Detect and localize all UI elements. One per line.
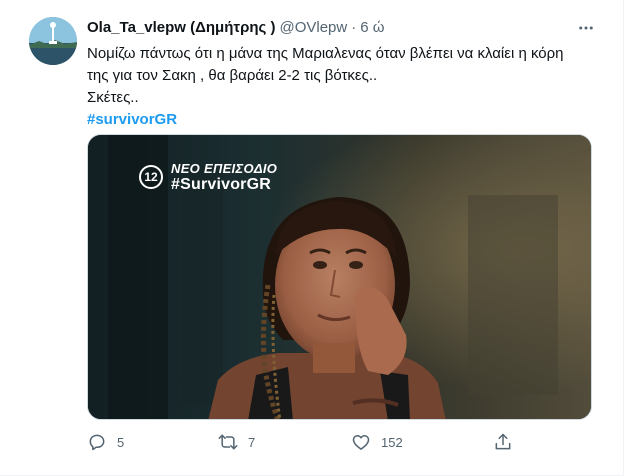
media-overlay-badge: 12 ΝΕΟ ΕΠΕΙΣΟΔΙΟ #SurvivorGR bbox=[139, 161, 277, 193]
tweet-text-line-1: Νομίζω πάντως ότι η μάνα της Μαριαλενας … bbox=[87, 45, 564, 62]
tweet-header: Ola_Ta_vlepw (Δημήτρης ) @OVlepw · 6 ώ bbox=[87, 17, 384, 39]
tweet-media[interactable]: 12 ΝΕΟ ΕΠΕΙΣΟΔΙΟ #SurvivorGR bbox=[87, 134, 592, 420]
more-icon bbox=[579, 26, 593, 30]
tweet-actions: 5 7 152 bbox=[87, 428, 592, 456]
separator-dot: · bbox=[351, 19, 357, 36]
share-icon bbox=[495, 433, 511, 450]
overlay-hashtag: #SurvivorGR bbox=[171, 176, 272, 193]
display-name[interactable]: Ola_Ta_vlepw (Δημήτρης ) bbox=[87, 18, 275, 38]
retweet-icon bbox=[218, 434, 238, 450]
avatar[interactable] bbox=[29, 17, 77, 65]
tweet-timestamp[interactable]: 6 ώ bbox=[360, 18, 384, 38]
retweet-button[interactable]: 7 bbox=[218, 428, 255, 456]
tweet-card[interactable]: Ola_Ta_vlepw (Δημήτρης ) @OVlepw · 6 ώ Ν… bbox=[0, 0, 624, 476]
reply-count: 5 bbox=[117, 434, 125, 450]
reply-button[interactable]: 5 bbox=[87, 428, 124, 456]
reply-icon bbox=[89, 434, 105, 451]
more-button[interactable] bbox=[572, 14, 600, 42]
channel-logo: 12 bbox=[139, 165, 163, 189]
tweet-text-line-2: της για τον Σακη , θα βαράει 2-2 τις βότ… bbox=[87, 67, 378, 84]
retweet-count: 7 bbox=[248, 434, 256, 450]
share-button[interactable] bbox=[493, 428, 513, 456]
like-button[interactable]: 152 bbox=[351, 428, 403, 456]
overlay-title: ΝΕΟ ΕΠΕΙΣΟΔΙΟ bbox=[171, 161, 278, 176]
hashtag-link[interactable]: #survivorGR bbox=[87, 109, 177, 131]
avatar-image bbox=[29, 17, 77, 65]
user-handle[interactable]: @OVlepw bbox=[279, 18, 347, 38]
tweet-text: Νομίζω πάντως ότι η μάνα της Μαριαλενας … bbox=[87, 43, 597, 131]
like-count: 152 bbox=[381, 434, 403, 450]
like-icon bbox=[352, 435, 370, 450]
tweet-text-line-3: Σκέτες.. bbox=[87, 89, 139, 106]
